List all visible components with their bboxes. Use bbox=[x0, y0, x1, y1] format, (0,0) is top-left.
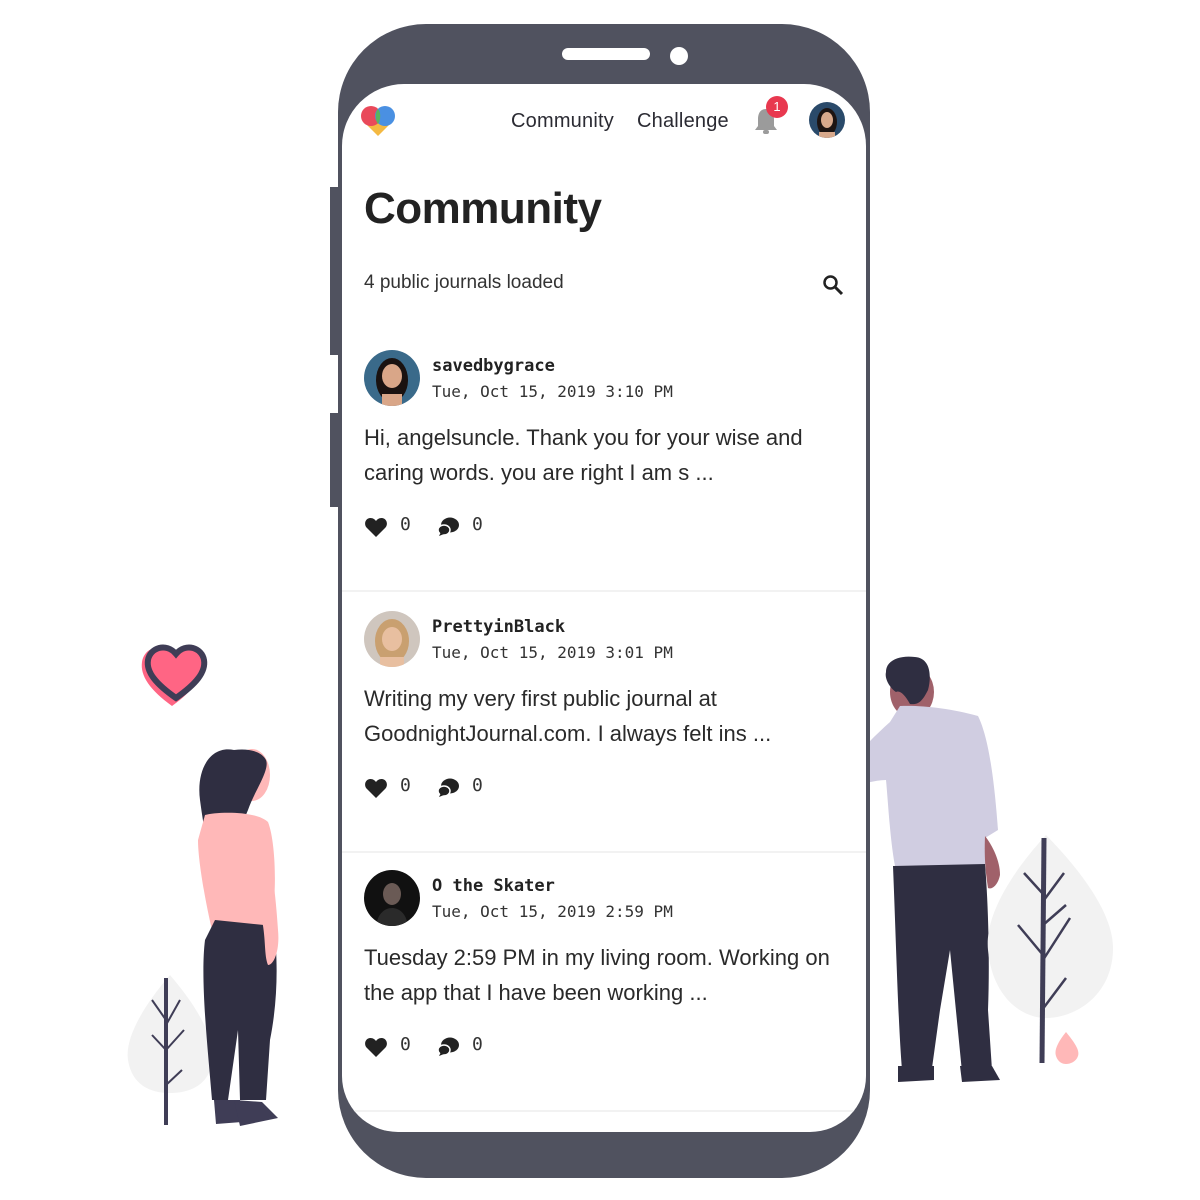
comment-count: 0 bbox=[472, 1034, 483, 1055]
left-tree bbox=[127, 975, 213, 1125]
heart-logo-icon[interactable] bbox=[360, 104, 396, 138]
journal-post[interactable]: PrettyinBlack Tue, Oct 15, 2019 3:01 PM … bbox=[342, 593, 866, 853]
heart-icon[interactable] bbox=[364, 516, 388, 538]
journal-post[interactable]: savedbygrace Tue, Oct 15, 2019 3:10 PM H… bbox=[342, 332, 866, 592]
post-timestamp: Tue, Oct 15, 2019 3:01 PM bbox=[432, 643, 673, 662]
post-username[interactable]: O the Skater bbox=[432, 876, 555, 896]
phone-side-button-upper bbox=[330, 187, 342, 355]
floating-heart-icon bbox=[141, 644, 208, 706]
profile-avatar[interactable] bbox=[809, 102, 845, 138]
post-author-avatar[interactable] bbox=[364, 870, 420, 926]
heart-icon[interactable] bbox=[364, 1036, 388, 1058]
nav-link-community[interactable]: Community bbox=[511, 110, 614, 133]
post-username[interactable]: savedbygrace bbox=[432, 356, 555, 376]
phone-speaker bbox=[562, 48, 650, 60]
like-count: 0 bbox=[400, 1034, 411, 1055]
post-excerpt[interactable]: Writing my very first public journal at … bbox=[364, 681, 854, 751]
like-count: 0 bbox=[400, 775, 411, 796]
phone-side-button-lower bbox=[330, 413, 342, 507]
notification-badge: 1 bbox=[766, 96, 788, 118]
comment-bubbles-icon[interactable] bbox=[436, 777, 460, 799]
app-screen: Community Challenge 1 Community 4 public… bbox=[342, 84, 866, 1132]
right-tree bbox=[987, 835, 1114, 1064]
comment-bubbles-icon[interactable] bbox=[436, 1036, 460, 1058]
comment-bubbles-icon[interactable] bbox=[436, 516, 460, 538]
post-timestamp: Tue, Oct 15, 2019 3:10 PM bbox=[432, 382, 673, 401]
post-excerpt[interactable]: Tuesday 2:59 PM in my living room. Worki… bbox=[364, 940, 854, 1010]
comment-count: 0 bbox=[472, 775, 483, 796]
post-username[interactable]: PrettyinBlack bbox=[432, 617, 565, 637]
post-timestamp: Tue, Oct 15, 2019 2:59 PM bbox=[432, 902, 673, 921]
post-excerpt[interactable]: Hi, angelsuncle. Thank you for your wise… bbox=[364, 420, 854, 490]
heart-icon[interactable] bbox=[364, 777, 388, 799]
page-title: Community bbox=[364, 184, 602, 233]
like-count: 0 bbox=[400, 514, 411, 535]
journals-loaded-status: 4 public journals loaded bbox=[364, 272, 564, 293]
top-navbar: Community Challenge 1 bbox=[342, 84, 866, 158]
woman-figure bbox=[198, 749, 279, 1126]
journal-post[interactable]: O the Skater Tue, Oct 15, 2019 2:59 PM T… bbox=[342, 852, 866, 1112]
search-icon[interactable] bbox=[822, 274, 844, 296]
post-author-avatar[interactable] bbox=[364, 350, 420, 406]
nav-link-challenge[interactable]: Challenge bbox=[637, 110, 729, 133]
comment-count: 0 bbox=[472, 514, 483, 535]
phone-camera bbox=[670, 47, 688, 65]
post-author-avatar[interactable] bbox=[364, 611, 420, 667]
